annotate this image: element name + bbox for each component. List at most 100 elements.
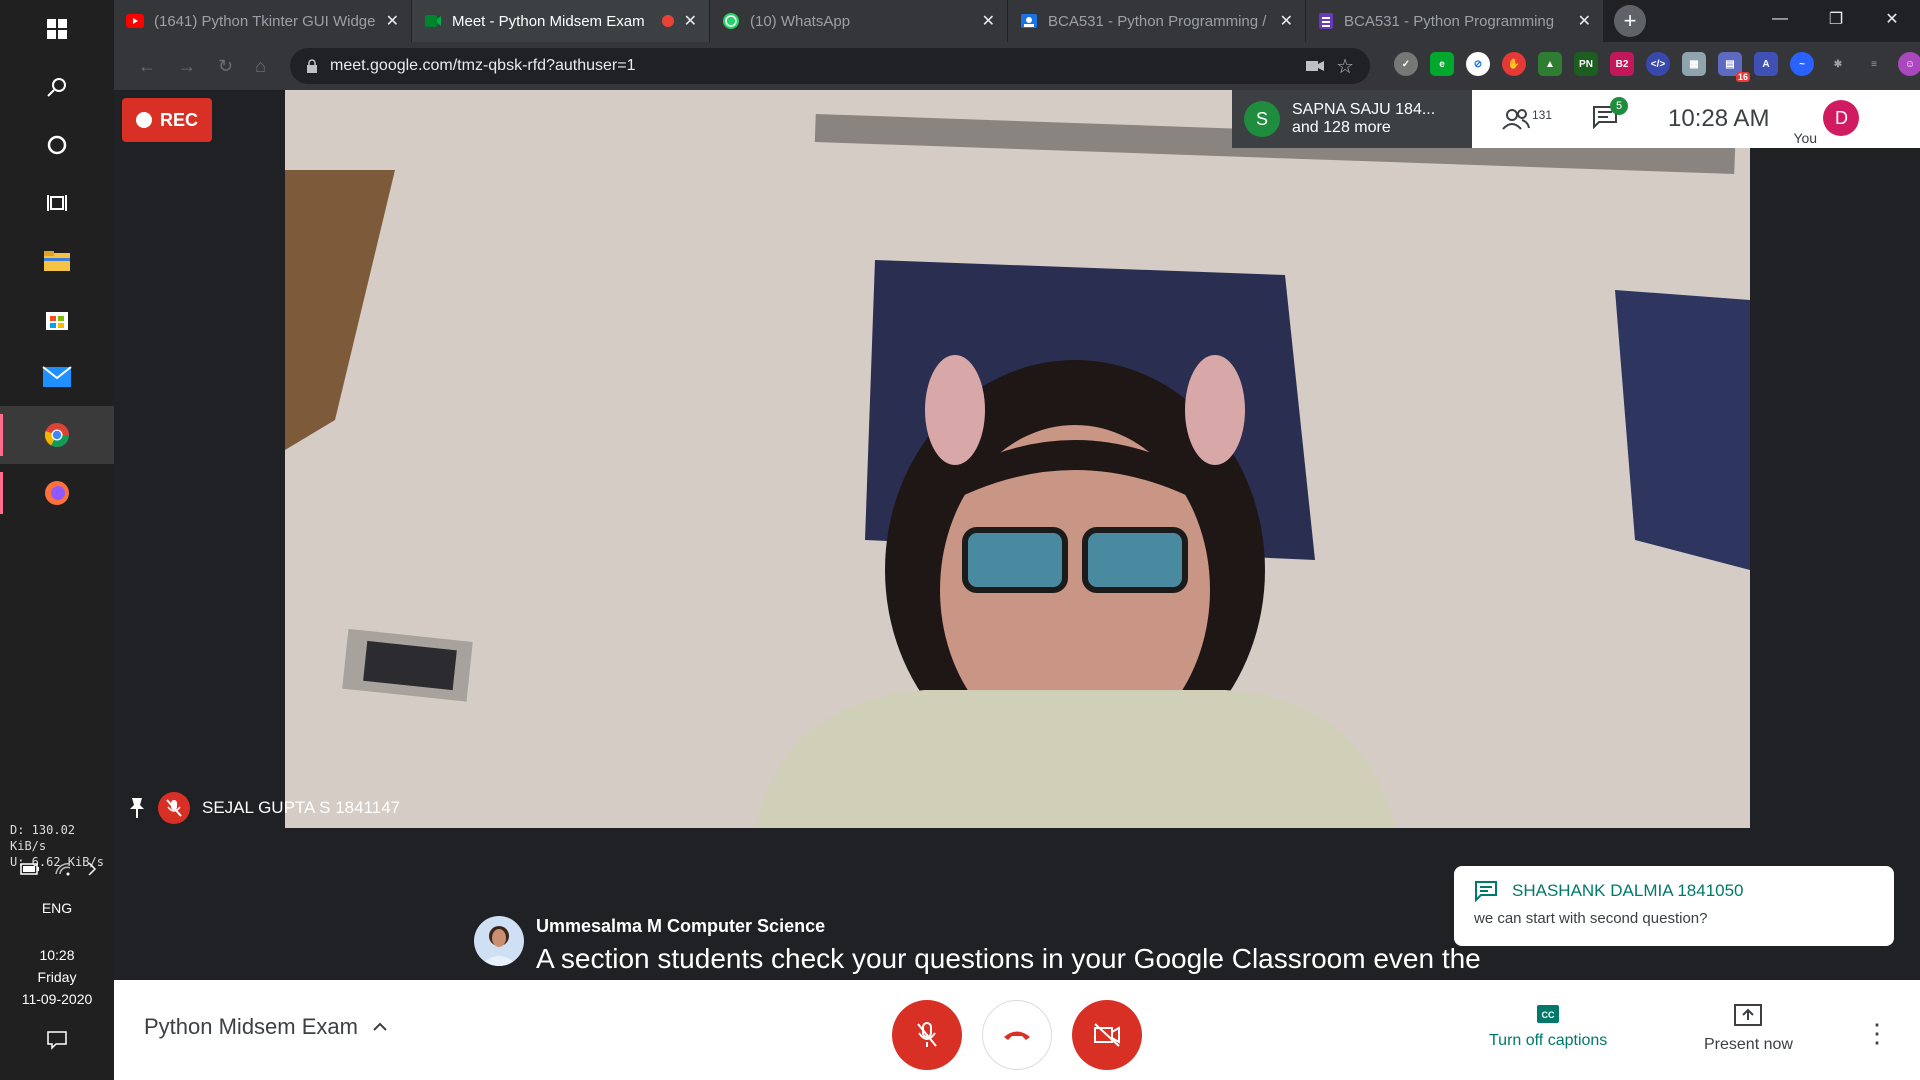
present-now-button[interactable]: Present now (1704, 1004, 1793, 1054)
chat-button[interactable]: 5 (1592, 96, 1629, 134)
self-avatar: D (1823, 100, 1860, 136)
block-icon[interactable]: ⊘ (1466, 52, 1490, 76)
task-view-button[interactable] (0, 174, 114, 232)
mic-off-icon (166, 799, 182, 817)
mic-toggle-button[interactable] (892, 1000, 962, 1070)
live-caption: Ummesalma M Computer Science A section s… (474, 916, 1481, 975)
camera-icon[interactable] (1306, 60, 1325, 72)
windows-icon (47, 19, 67, 39)
puzzle-icon[interactable]: ✱ (1826, 52, 1850, 76)
windows-taskbar: D: 130.02 KiB/s U: 6.62 KiB/s ENG 10:28 … (0, 0, 114, 1080)
clock-day: Friday (37, 969, 77, 985)
tab-whatsapp[interactable]: (10) WhatsApp ✕ (710, 0, 1008, 42)
window-controls: — ❐ ✕ (1752, 0, 1920, 38)
cortana-icon (47, 135, 67, 155)
profile-avatar-icon[interactable]: ☺ (1898, 52, 1920, 76)
calendar-icon[interactable]: ▤ 16 (1718, 52, 1750, 82)
active-speakers-chip[interactable]: S SAPNA SAJU 184... and 128 more (1232, 90, 1472, 148)
translate-icon[interactable]: A (1754, 52, 1778, 76)
close-icon[interactable]: ✕ (1280, 11, 1293, 31)
caption-speaker-avatar (474, 916, 524, 966)
chrome-taskbar-button[interactable] (0, 406, 114, 464)
participants-button[interactable]: 131 (1502, 108, 1552, 130)
participant-muted-indicator (158, 792, 190, 824)
extension-icon[interactable]: ✓ (1394, 52, 1418, 76)
tab-meet[interactable]: Meet - Python Midsem Exam ✕ (412, 0, 710, 42)
code-icon[interactable]: </> (1646, 52, 1670, 76)
participant-name: SEJAL GUPTA S 1841147 (202, 798, 401, 817)
wifi-icon[interactable] (54, 862, 72, 876)
action-center-button[interactable] (0, 1030, 114, 1050)
chat-notification[interactable]: SHASHANK DALMIA 1841050 we can start wit… (1454, 866, 1894, 946)
tab-forms[interactable]: BCA531 - Python Programming ✕ (1306, 0, 1604, 42)
restore-button[interactable]: ❐ (1808, 0, 1864, 38)
more-options-icon[interactable]: ⋮ (1864, 1018, 1890, 1049)
b2-icon[interactable]: B2 (1610, 52, 1634, 76)
closed-captions-icon: CC (1537, 1005, 1560, 1023)
firefox-taskbar-button[interactable] (0, 464, 114, 522)
new-tab-button[interactable]: + (1614, 5, 1646, 37)
file-explorer-button[interactable] (0, 232, 114, 290)
evernote-icon[interactable]: e (1430, 52, 1454, 76)
meet-app: REC S SAPNA SAJU 184... and 128 more 131… (114, 90, 1920, 1080)
battery-icon[interactable] (20, 862, 40, 876)
queue-icon[interactable]: ≡ (1862, 52, 1886, 76)
close-icon[interactable]: ✕ (982, 11, 995, 31)
forward-icon[interactable]: → (178, 56, 196, 77)
you-label: You (1793, 130, 1818, 146)
captions-button[interactable]: CC Turn off captions (1489, 1004, 1607, 1050)
present-label: Present now (1704, 1036, 1793, 1053)
recording-dot-icon (661, 15, 674, 27)
pin-icon[interactable] (128, 797, 146, 819)
pn-icon[interactable]: PN (1574, 52, 1598, 76)
chevron-right-icon[interactable] (86, 862, 98, 876)
search-button[interactable] (0, 58, 114, 116)
participant-video[interactable] (285, 90, 1750, 828)
hand-icon[interactable]: ✋ (1502, 52, 1526, 76)
cortana-button[interactable] (0, 116, 114, 174)
tab-title: Meet - Python Midsem Exam (452, 12, 645, 30)
windows-start-button[interactable] (0, 0, 114, 58)
forms-icon (1319, 13, 1333, 29)
drive-icon[interactable]: ▲ (1538, 52, 1562, 76)
person-photo-icon (480, 926, 518, 966)
store-button[interactable] (0, 290, 114, 348)
message-icon (1475, 881, 1497, 902)
tab-title: BCA531 - Python Programming (1344, 12, 1555, 30)
wave-icon[interactable]: ~ (1790, 52, 1814, 76)
clock-time: 10:28 (39, 947, 75, 963)
tab-youtube[interactable]: (1641) Python Tkinter GUI Widge ✕ (114, 0, 412, 42)
language-indicator[interactable]: ENG (0, 900, 114, 916)
screenshot-icon[interactable]: ▦ (1682, 52, 1706, 76)
minimize-button[interactable]: — (1752, 0, 1808, 38)
video-frame-image (285, 90, 1750, 828)
whatsapp-icon (723, 13, 739, 29)
leave-call-button[interactable] (982, 1000, 1052, 1070)
close-icon[interactable]: ✕ (1578, 11, 1591, 31)
camera-toggle-button[interactable] (1072, 1000, 1142, 1070)
back-icon[interactable]: ← (138, 56, 156, 77)
home-icon[interactable]: ⌂ (255, 56, 266, 77)
close-icon[interactable]: ✕ (684, 11, 697, 31)
meet-top-bar: 131 5 10:28 AM You D (1472, 90, 1920, 148)
self-view[interactable]: You D (1793, 90, 1860, 148)
camera-off-icon (1094, 1023, 1120, 1047)
taskbar-clock[interactable]: 10:28 Friday 11-09-2020 (0, 944, 114, 1010)
tab-classroom[interactable]: BCA531 - Python Programming / ✕ (1008, 0, 1306, 42)
speaker-name: SAPNA SAJU 184... (1292, 101, 1436, 118)
bookmark-star-icon[interactable]: ☆ (1336, 54, 1354, 79)
system-tray (20, 862, 98, 876)
close-icon[interactable]: ✕ (386, 11, 399, 31)
store-icon (46, 312, 68, 330)
mail-button[interactable] (0, 348, 114, 406)
tab-strip: (1641) Python Tkinter GUI Widge ✕ Meet -… (114, 0, 1656, 42)
chat-badge: 5 (1610, 96, 1629, 115)
reload-icon[interactable]: ↻ (218, 56, 233, 77)
address-bar[interactable]: meet.google.com/tmz-qbsk-rfd?authuser=1 … (290, 48, 1370, 84)
youtube-icon (126, 14, 144, 28)
meeting-details-button[interactable]: Python Midsem Exam (144, 1014, 388, 1040)
close-window-button[interactable]: ✕ (1864, 0, 1920, 38)
hang-up-icon (1004, 1031, 1030, 1040)
present-screen-icon (1734, 1004, 1763, 1026)
notification-icon (47, 1031, 67, 1050)
